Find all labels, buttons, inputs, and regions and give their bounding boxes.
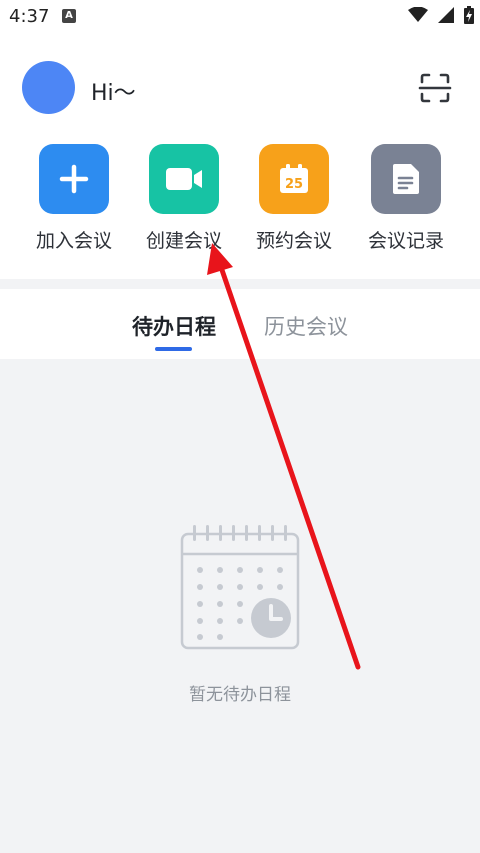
calendar-day-text: 25: [285, 177, 303, 192]
schedule-meeting-button[interactable]: 25 预约会议: [239, 144, 349, 253]
join-meeting-button[interactable]: 加入会议: [19, 144, 129, 253]
create-meeting-button[interactable]: 创建会议: [129, 144, 239, 253]
scan-icon: [418, 73, 452, 103]
signal-icon: [438, 7, 454, 23]
notification-icon: A: [62, 9, 76, 23]
meeting-records-label: 会议记录: [367, 230, 444, 252]
calendar-clock-icon: [180, 525, 300, 650]
schedule-meeting-label: 预约会议: [255, 230, 332, 252]
avatar[interactable]: [22, 61, 75, 114]
status-time: 4:37: [9, 6, 50, 27]
tab-pending-schedule[interactable]: 待办日程: [132, 311, 216, 341]
video-camera-icon: [166, 168, 202, 190]
section-divider: [0, 279, 480, 289]
quick-actions: 加入会议 创建会议 25 预约会议 会议记录: [0, 144, 480, 256]
wifi-icon: [408, 7, 428, 22]
join-meeting-label: 加入会议: [35, 230, 112, 252]
schedule-tabs: 待办日程 历史会议: [0, 289, 480, 359]
greeting-text: Hi～: [91, 81, 136, 106]
scan-button[interactable]: [418, 71, 452, 105]
battery-charging-icon: [464, 6, 474, 24]
plus-icon: [59, 164, 89, 194]
schedule-meeting-tile: 25: [259, 144, 329, 214]
tab-meeting-history[interactable]: 历史会议: [264, 311, 348, 341]
calendar-icon: 25: [280, 164, 308, 193]
create-meeting-tile: [149, 144, 219, 214]
create-meeting-label: 创建会议: [145, 230, 222, 252]
active-tab-indicator: [155, 347, 192, 351]
join-meeting-tile: [39, 144, 109, 214]
document-icon: [393, 164, 419, 194]
status-icons: [408, 6, 474, 24]
home-header: Hi～: [0, 60, 480, 116]
meeting-records-tile: [371, 144, 441, 214]
meeting-records-button[interactable]: 会议记录: [351, 144, 461, 253]
empty-state-text: 暂无待办日程: [189, 685, 291, 705]
schedule-content: 暂无待办日程: [0, 359, 480, 853]
status-bar: 4:37 A: [0, 0, 480, 34]
